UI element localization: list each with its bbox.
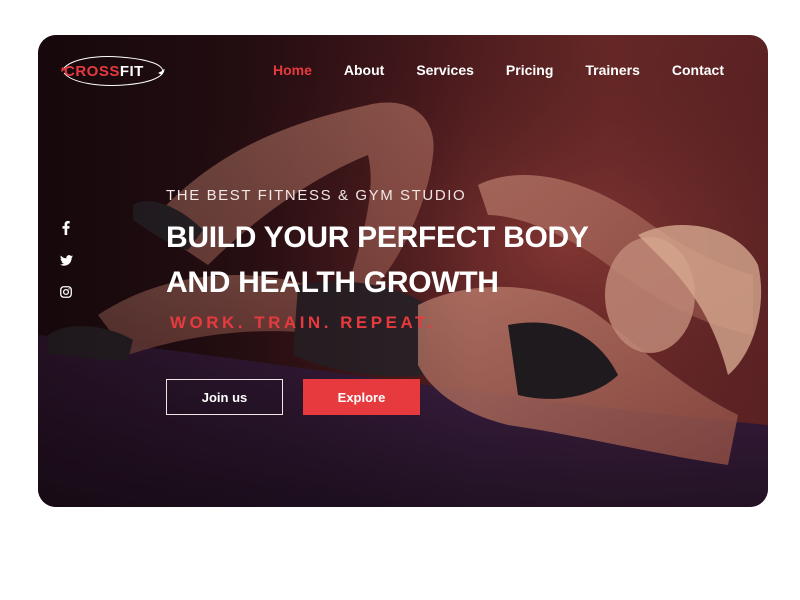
explore-button[interactable]: Explore	[303, 379, 420, 415]
facebook-icon[interactable]	[58, 219, 74, 237]
nav-services[interactable]: Services	[416, 62, 474, 78]
nav-about[interactable]: About	[344, 62, 384, 78]
social-links	[58, 219, 74, 301]
twitter-icon[interactable]	[58, 251, 74, 269]
nav-trainers[interactable]: Trainers	[585, 62, 639, 78]
hero-tagline: WORK. TRAIN. REPEAT.	[170, 313, 436, 332]
hero-eyebrow: THE BEST FITNESS & GYM STUDIO	[166, 187, 467, 204]
nav-pricing[interactable]: Pricing	[506, 62, 553, 78]
hero-headline-line2: AND HEALTH GROWTH	[166, 266, 499, 299]
hero-headline: BUILD YOUR PERFECT BODY AND HEALTH GROWT…	[166, 215, 589, 305]
logo[interactable]: CROSSFIT	[58, 53, 168, 89]
hero-banner: CROSSFIT Home About Services Pricing Tra…	[38, 35, 768, 507]
logo-text-fit: FIT	[119, 62, 144, 80]
hero-headline-line1: BUILD YOUR PERFECT BODY	[166, 221, 589, 254]
nav-home[interactable]: Home	[273, 62, 312, 78]
logo-text-cross: CROSS	[64, 62, 120, 80]
main-nav: Home About Services Pricing Trainers Con…	[273, 62, 724, 78]
join-us-button[interactable]: Join us	[166, 379, 283, 415]
instagram-icon[interactable]	[58, 283, 74, 301]
logo-text: CROSSFIT	[64, 63, 144, 80]
nav-contact[interactable]: Contact	[672, 62, 724, 78]
